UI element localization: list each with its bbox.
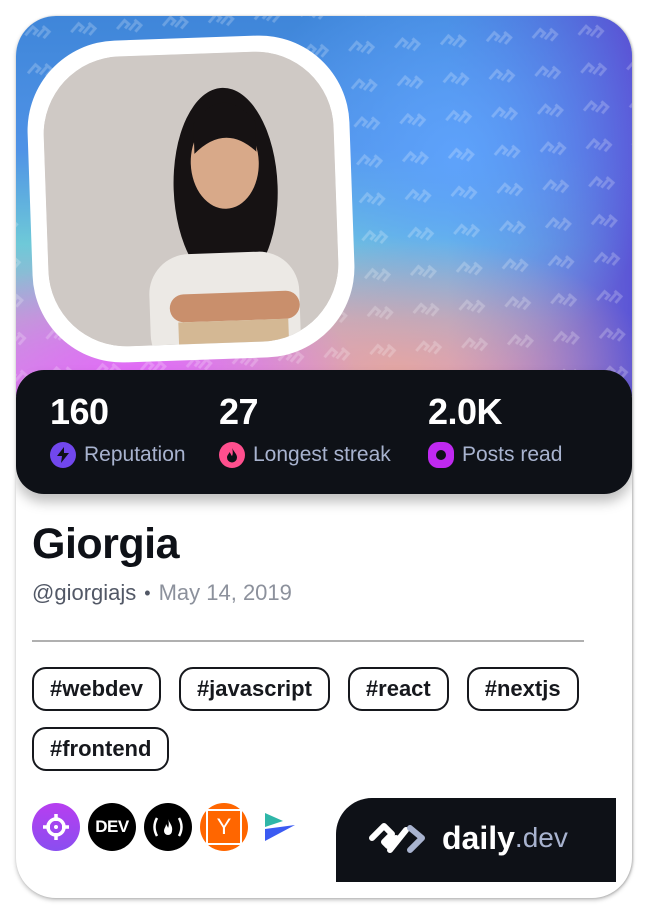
stat-value: 160 [50,391,109,432]
stat-posts-read: 2.0K Posts read [428,392,562,468]
tag-chip[interactable]: #frontend [32,727,170,771]
stat-label: Longest streak [253,443,391,466]
dev-to-source-icon[interactable]: DEV [88,803,136,851]
stat-label: Reputation [84,443,186,466]
hacker-news-source-icon[interactable]: Y [200,803,248,851]
stat-value: 27 [219,391,259,432]
profile-name: Giorgia [32,520,180,568]
tag-list: #webdev #javascript #react #nextjs #fron… [32,667,592,771]
profile-meta: @giorgiajs • May 14, 2019 [32,580,292,606]
source-list: DEV Y [32,803,304,851]
tag-chip[interactable]: #javascript [178,667,330,711]
flame-icon [219,442,245,468]
tag-chip[interactable]: #webdev [32,667,161,711]
stats-bar: 160 Reputation 27 Longest streak 2.0K Po… [16,370,632,494]
avatar [41,49,341,349]
brand-daily: daily [442,819,515,856]
joined-date: May 14, 2019 [158,580,292,605]
divider [32,640,584,642]
brand-logo: daily .dev [368,818,568,858]
crosshair-source-icon[interactable] [32,803,80,851]
brand-dev: .dev [514,822,568,853]
separator: • [144,582,151,603]
hacker-news-letter: Y [206,809,242,845]
stat-longest-streak: 27 Longest streak [219,392,391,468]
lightning-icon [50,442,76,468]
tag-chip[interactable]: #nextjs [466,667,579,711]
freecodecamp-source-icon[interactable] [144,803,192,851]
stat-label: Posts read [462,443,563,466]
eye-ring-icon [428,442,454,468]
stat-value: 2.0K [428,391,503,432]
arrow-source-icon[interactable] [256,803,304,851]
username: @giorgiajs [32,580,137,605]
daily-dev-logo-icon [369,823,425,853]
tag-chip[interactable]: #react [347,667,449,711]
avatar-frame [24,32,358,366]
stat-reputation: 160 Reputation [50,392,186,468]
profile-photo [41,49,341,349]
